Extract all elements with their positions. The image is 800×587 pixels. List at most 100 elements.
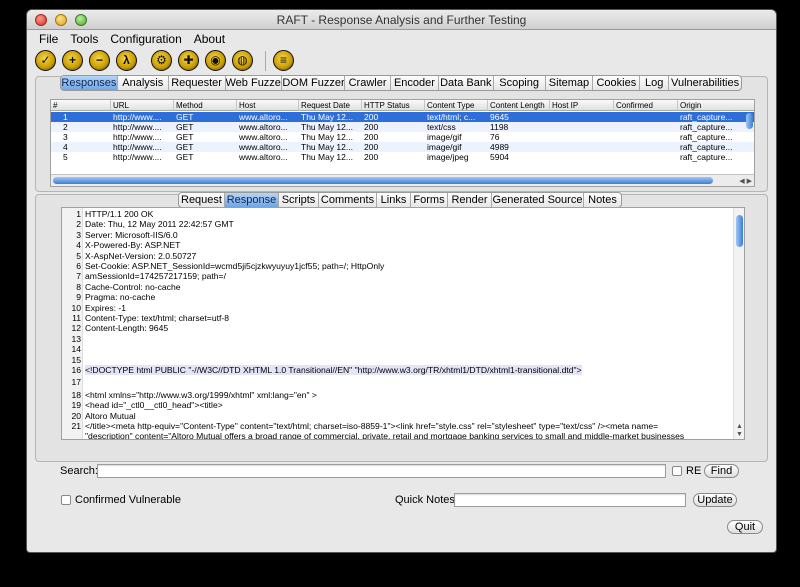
table-cell: 200 xyxy=(364,142,379,152)
tab-web-fuzzer[interactable]: Web Fuzzer xyxy=(226,76,283,90)
code-line: 15 xyxy=(62,355,744,365)
table-cell: 76 xyxy=(490,132,500,142)
eye-icon[interactable]: ◉ xyxy=(205,50,226,71)
tab-requester[interactable]: Requester xyxy=(169,76,226,90)
editor-scroll-thumb[interactable] xyxy=(736,215,743,247)
tab-comments[interactable]: Comments xyxy=(319,193,377,207)
table-cell: 200 xyxy=(364,122,379,132)
gear-icon[interactable]: ⚙ xyxy=(151,50,172,71)
col-url[interactable]: URL xyxy=(111,100,174,111)
close-window-icon[interactable] xyxy=(35,14,47,26)
col-method[interactable]: Method xyxy=(174,100,237,111)
tab-data-bank[interactable]: Data Bank xyxy=(439,76,494,90)
code-text: Set-Cookie: ASP.NET_SessionId=wcmd5ji5cj… xyxy=(85,261,385,271)
app-window: RAFT - Response Analysis and Further Tes… xyxy=(27,10,776,552)
update-button[interactable]: Update xyxy=(693,493,737,507)
table-horizontal-scrollbar[interactable]: ◀ ▶ xyxy=(51,174,754,186)
menu-about[interactable]: About xyxy=(188,30,231,47)
toolbar: ✓ + − λ ⚙ ✚ ◉ ◍ ≡ xyxy=(27,47,776,75)
col-content-length[interactable]: Content Length xyxy=(488,100,550,111)
tab-analysis[interactable]: Analysis xyxy=(118,76,169,90)
table-row[interactable]: 3 http://www.... GET www.altoro... Thu May 1… xyxy=(51,132,754,142)
confirmed-vulnerable-checkbox[interactable] xyxy=(61,495,71,505)
table-row[interactable]: 1 http://www.... GET www.altoro... Thu May 1… xyxy=(51,112,754,122)
line-number: 7 xyxy=(76,271,81,282)
table-vertical-scroll-thumb[interactable] xyxy=(746,113,753,129)
list-icon[interactable]: ≡ xyxy=(273,50,294,71)
code-line: 16 <!DOCTYPE html PUBLIC "-//W3C//DTD XHT… xyxy=(62,365,744,376)
line-number: 6 xyxy=(76,261,81,271)
code-line: 8 Cache-Control: no-cache xyxy=(62,282,744,292)
regex-checkbox[interactable] xyxy=(672,466,682,476)
table-cell: http://www.... xyxy=(113,132,162,142)
tab-render[interactable]: Render xyxy=(448,193,492,207)
tab-scripts[interactable]: Scripts xyxy=(279,193,319,207)
tab-sitemap[interactable]: Sitemap xyxy=(546,76,594,90)
menu-tools[interactable]: Tools xyxy=(64,30,104,47)
tab-vulnerabilities[interactable]: Vulnerabilities xyxy=(669,76,741,90)
code-line: 17 xyxy=(62,377,744,387)
line-number: 18 xyxy=(71,389,81,400)
tab-log[interactable]: Log xyxy=(640,76,670,90)
minimize-window-icon[interactable] xyxy=(55,14,67,26)
tab-request[interactable]: Request xyxy=(179,193,225,207)
col-confirmed[interactable]: Confirmed xyxy=(614,100,678,111)
table-row[interactable]: 2 http://www.... GET www.altoro... Thu May 1… xyxy=(51,122,754,132)
check-icon[interactable]: ✓ xyxy=(35,50,56,71)
editor-vertical-scrollbar[interactable]: ▲ ▼ xyxy=(733,208,744,439)
tab-scoping[interactable]: Scoping xyxy=(494,76,546,90)
tab-notes[interactable]: Notes xyxy=(584,193,621,207)
zoom-window-icon[interactable] xyxy=(75,14,87,26)
tab-forms[interactable]: Forms xyxy=(411,193,448,207)
horizontal-scroll-thumb[interactable] xyxy=(53,177,713,184)
table-row[interactable]: 5 http://www.... GET www.altoro... Thu May 1… xyxy=(51,152,754,162)
tab-links[interactable]: Links xyxy=(377,193,411,207)
table-cell: www.altoro... xyxy=(239,152,288,162)
table-cell: 9645 xyxy=(490,112,509,122)
code-line: 2 Date: Thu, 12 May 2011 22:42:57 GMT xyxy=(62,219,744,229)
line-number: 21 xyxy=(71,421,81,431)
col-host-ip[interactable]: Host IP xyxy=(550,100,614,111)
table-row[interactable]: 4 http://www.... GET www.altoro... Thu May 1… xyxy=(51,142,754,152)
editor-scroll-arrows-icon[interactable]: ▲ ▼ xyxy=(736,423,743,439)
menu-file[interactable]: File xyxy=(33,30,64,47)
table-cell: GET xyxy=(176,132,194,142)
code-text: </title><meta http-equiv="Content-Type" … xyxy=(85,421,659,431)
menu-configuration[interactable]: Configuration xyxy=(104,30,187,47)
quick-notes-input[interactable] xyxy=(454,493,686,507)
tab-responses[interactable]: Responses xyxy=(61,76,118,90)
response-editor[interactable]: 1 HTTP/1.1 200 OK 2 Date: Thu, 12 May 2011 … xyxy=(61,207,745,440)
puzzle-icon[interactable]: ✚ xyxy=(178,50,199,71)
tab-response[interactable]: Response xyxy=(225,193,279,207)
col-host[interactable]: Host xyxy=(237,100,299,111)
table-cell xyxy=(550,152,614,162)
line-number: 5 xyxy=(76,250,81,261)
col-number[interactable]: # xyxy=(51,100,111,111)
table-cell: Thu May 12... xyxy=(301,142,353,152)
quit-button[interactable]: Quit xyxy=(727,520,763,534)
search-input[interactable] xyxy=(97,464,666,478)
lambda-icon[interactable]: λ xyxy=(116,50,137,71)
col-content-type[interactable]: Content Type xyxy=(425,100,488,111)
code-line: 5 X-AspNet-Version: 2.0.50727 xyxy=(62,250,744,261)
code-text: <!DOCTYPE html PUBLIC "-//W3C//DTD XHTML… xyxy=(85,365,582,376)
globe-icon[interactable]: ◍ xyxy=(232,50,253,71)
tab-generated-source[interactable]: Generated Source xyxy=(492,193,584,207)
find-button[interactable]: Find xyxy=(704,464,739,478)
tab-cookies[interactable]: Cookies xyxy=(593,76,641,90)
table-cell: Thu May 12... xyxy=(301,132,353,142)
minus-icon[interactable]: − xyxy=(89,50,110,71)
line-number: 14 xyxy=(71,344,81,355)
table-cell: 200 xyxy=(364,112,379,122)
tab-dom-fuzzer[interactable]: DOM Fuzzer xyxy=(282,76,346,90)
code-line: 19 <head id="_ctl0__ctl0_head"><title> xyxy=(62,400,744,410)
col-request-date[interactable]: Request Date xyxy=(299,100,362,111)
scroll-arrows-icon[interactable]: ◀ ▶ xyxy=(739,177,752,185)
col-http-status[interactable]: HTTP Status xyxy=(362,100,425,111)
tab-encoder[interactable]: Encoder xyxy=(391,76,439,90)
col-origin[interactable]: Origin xyxy=(678,100,754,111)
table-cell: www.altoro... xyxy=(239,112,288,122)
plus-icon[interactable]: + xyxy=(62,50,83,71)
table-cell xyxy=(614,152,678,162)
tab-crawler[interactable]: Crawler xyxy=(345,76,391,90)
